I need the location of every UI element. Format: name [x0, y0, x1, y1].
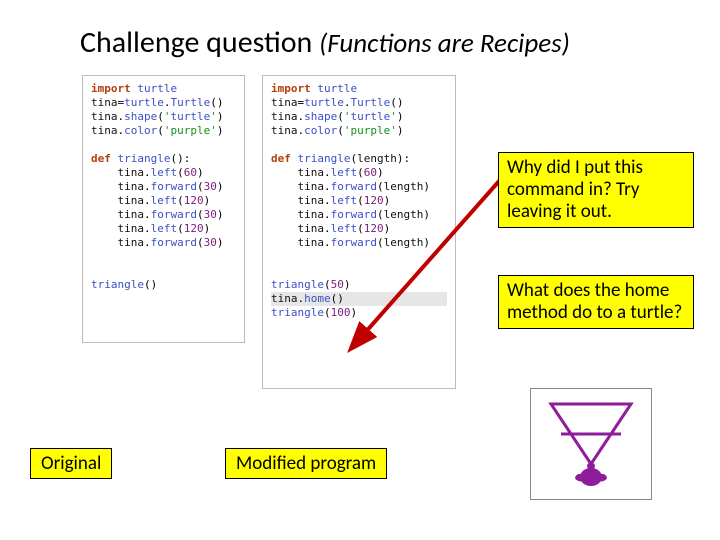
- note-why-command: Why did I put this command in? Try leavi…: [498, 152, 694, 228]
- note-home-method: What does the home method do to a turtle…: [498, 275, 694, 329]
- label-modified: Modified program: [225, 448, 387, 479]
- label-original: Original: [30, 448, 112, 479]
- turtle-output-image: [530, 388, 652, 500]
